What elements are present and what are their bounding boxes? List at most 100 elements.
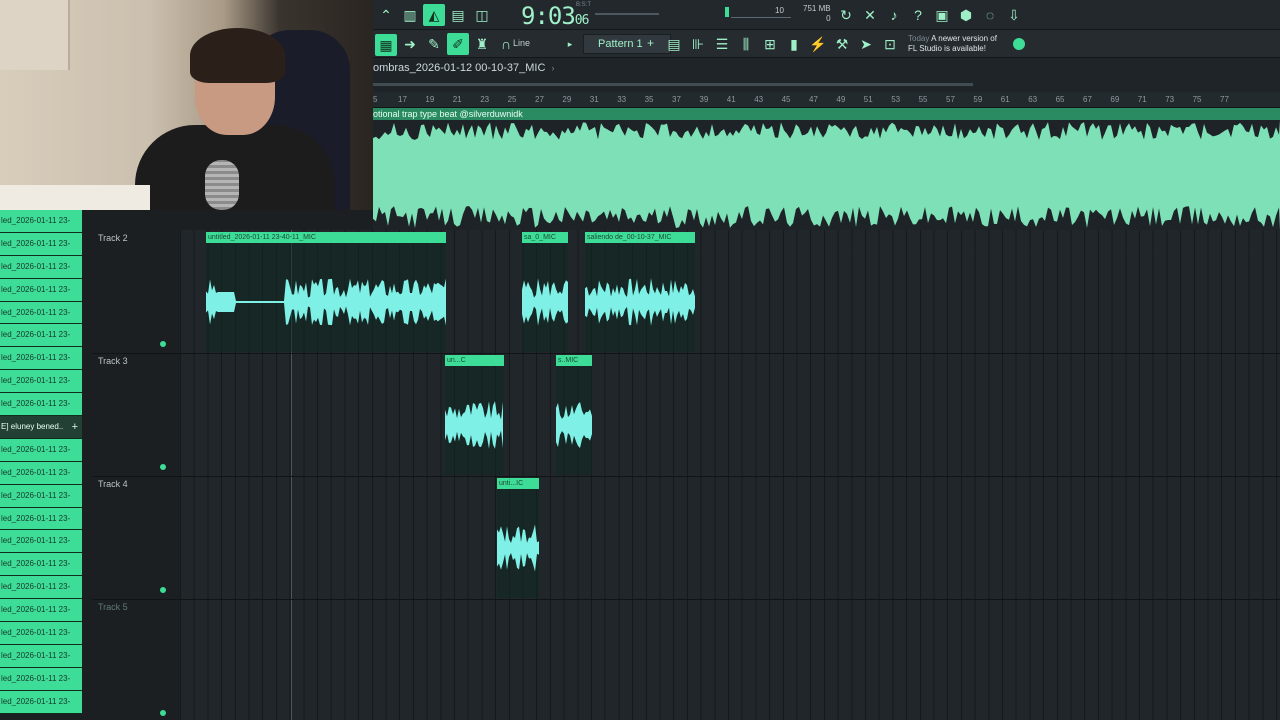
playlist-view-icon[interactable]: ▤ — [663, 33, 685, 55]
draw-icon[interactable]: ✎ — [423, 33, 445, 55]
channel-item[interactable]: led_2026-01-11 23- — [0, 255, 82, 279]
send-icon[interactable]: ➤ — [855, 33, 877, 55]
ruler-tick: 43 — [754, 95, 764, 104]
ruler-tick: 35 — [644, 95, 654, 104]
metronome-icon[interactable]: ◭ — [423, 4, 445, 26]
save-icon[interactable]: ▣ — [931, 4, 953, 26]
track-header-4[interactable]: Track 4 — [92, 476, 172, 599]
pattern-selector[interactable]: Pattern 1 — [583, 34, 671, 54]
add-pattern-icon[interactable]: + — [647, 36, 654, 50]
channel-add-icon[interactable]: + — [72, 416, 78, 438]
audio-clip[interactable]: untitled_2026-01-11 23-40-11_MIC — [206, 232, 446, 352]
wait-input-icon[interactable]: ◫ — [471, 4, 493, 26]
pitch-icon[interactable]: ⌃ — [375, 4, 397, 26]
track-header-3[interactable]: Track 3 — [92, 353, 172, 476]
mixer-icon[interactable]: ⫼ — [735, 33, 757, 55]
audio-clip[interactable]: s..MIC — [556, 355, 592, 475]
channel-item[interactable]: led_2026-01-11 23- — [0, 484, 82, 508]
channel-item[interactable]: led_2026-01-11 23- — [0, 324, 82, 348]
ruler-tick: 45 — [781, 95, 791, 104]
ruler-tick: 57 — [946, 95, 955, 104]
channel-item[interactable]: led_2026-01-11 23- — [0, 393, 82, 417]
channel-item[interactable]: led_2026-01-11 23- — [0, 461, 82, 485]
microphone — [205, 160, 239, 210]
file-icon[interactable]: ▮ — [783, 33, 805, 55]
ruler-tick: 69 — [1110, 95, 1120, 104]
ruler-tick: 65 — [1055, 95, 1065, 104]
ruler-tick: 71 — [1137, 95, 1147, 104]
channel-item[interactable]: led_2026-01-11 23- — [0, 690, 82, 714]
channel-item[interactable]: led_2026-01-11 23- — [0, 278, 82, 302]
ruler-tick: 67 — [1083, 95, 1092, 104]
ruler-tick: 51 — [863, 95, 873, 104]
channel-item[interactable]: led_2026-01-11 23- — [0, 438, 82, 462]
ruler-tick: 61 — [1000, 95, 1010, 104]
cut-tools-icon[interactable]: ✕ — [859, 4, 881, 26]
audio-clip[interactable]: unti...IC — [497, 478, 539, 598]
ruler-tick: 53 — [891, 95, 901, 104]
track-header-2[interactable]: Track 2 — [92, 230, 172, 353]
channel-item[interactable]: led_2026-01-11 23- — [0, 576, 82, 600]
browser-icon[interactable]: ⊞ — [759, 33, 781, 55]
audio-clip[interactable]: un...C — [445, 355, 504, 475]
channel-item[interactable]: led_2026-01-11 23- — [0, 507, 82, 531]
snap-mode-label[interactable]: Line — [513, 38, 530, 48]
channel-item[interactable]: led_2026-01-11 23- — [0, 599, 82, 623]
pencil-icon[interactable]: ✐ — [447, 33, 469, 55]
ruler-tick: 23 — [480, 95, 490, 104]
channel-item[interactable]: led_2026-01-11 23- — [0, 210, 82, 233]
audio-clip-label: otional trap type beat @silverduwnidk — [373, 108, 1280, 120]
chat-icon[interactable]: ◌ — [979, 4, 1001, 26]
channel-item[interactable]: led_2026-01-11 23- — [0, 667, 82, 691]
secondary-toolbar: ▦ ➜ ✎ ✐ ♜ ∩ Line ▸ Pattern 1 + ▤ ⊪ ☰ ⫼ ⊞… — [373, 30, 1280, 58]
plugin-icon[interactable]: ⬢ — [955, 4, 977, 26]
ruler-tick: 77 — [1220, 95, 1229, 104]
audio-waveform — [373, 120, 1280, 230]
track-1-audio[interactable]: otional trap type beat @silverduwnidk — [373, 108, 1280, 230]
channel-item[interactable]: led_2026-01-11 23- — [0, 644, 82, 668]
webcam-overlay — [0, 0, 373, 210]
channel-item[interactable]: led_2026-01-11 23- — [0, 232, 82, 256]
ruler-tick: 63 — [1028, 95, 1038, 104]
ruler-tick: 5 — [373, 95, 378, 104]
plug-icon[interactable]: ⚡ — [807, 33, 829, 55]
wall-poster — [0, 0, 70, 70]
ruler-tick: 41 — [726, 95, 736, 104]
timeline-ruler[interactable]: 5 17 19 21 23 25 27 29 31 33 35 37 39 41 43 45 47 49 51 53 5… — [373, 92, 1280, 108]
globe-icon[interactable] — [1013, 38, 1025, 50]
tempo-slider[interactable] — [595, 13, 659, 15]
typing-keyboard-icon[interactable]: ▥ — [399, 4, 421, 26]
track-header-5[interactable]: Track 5 — [92, 599, 172, 720]
ruler-tick: 31 — [589, 95, 599, 104]
update-notice[interactable]: Today A newer version of FL Studio is av… — [908, 34, 997, 54]
desk-shelf — [0, 185, 150, 210]
ruler-tick: 47 — [809, 95, 818, 104]
pattern-prev-icon[interactable]: ▸ — [559, 33, 581, 55]
ruler-tick: 73 — [1165, 95, 1175, 104]
help-icon[interactable]: ? — [907, 4, 929, 26]
channel-item[interactable]: led_2026-01-11 23- — [0, 301, 82, 325]
stamp-icon[interactable]: ♜ — [471, 33, 493, 55]
ruler-tick: 59 — [973, 95, 983, 104]
shop-icon[interactable]: ⊡ — [879, 33, 901, 55]
mic-icon[interactable]: ♪ — [883, 4, 905, 26]
channel-item[interactable]: led_2026-01-11 23- — [0, 530, 82, 554]
tools-icon[interactable]: ⚒ — [831, 33, 853, 55]
channel-item[interactable]: led_2026-01-11 23- — [0, 370, 82, 394]
step-edit-icon[interactable]: ▤ — [447, 4, 469, 26]
channel-item[interactable]: led_2026-01-11 23- — [0, 347, 82, 371]
channel-rack-icon[interactable]: ⊪ — [687, 33, 709, 55]
channel-item[interactable]: E] eluney bened.. + — [0, 416, 82, 439]
channel-item[interactable]: led_2026-01-11 23- — [0, 553, 82, 577]
refresh-icon[interactable]: ↻ — [835, 4, 857, 26]
playlist-icon[interactable]: ▦ — [375, 34, 397, 56]
horizontal-scrollbar[interactable] — [373, 78, 1280, 92]
ruler-tick: 21 — [452, 95, 462, 104]
person-hair — [190, 28, 285, 83]
arrow-right-icon[interactable]: ➜ — [399, 33, 421, 55]
channel-item[interactable]: led_2026-01-11 23- — [0, 622, 82, 645]
piano-roll-icon[interactable]: ☰ — [711, 33, 733, 55]
audio-clip[interactable]: sa_0_MIC — [522, 232, 568, 352]
audio-clip[interactable]: saliendo de_00-10-37_MIC — [585, 232, 695, 352]
download-icon[interactable]: ⇩ — [1003, 4, 1025, 26]
